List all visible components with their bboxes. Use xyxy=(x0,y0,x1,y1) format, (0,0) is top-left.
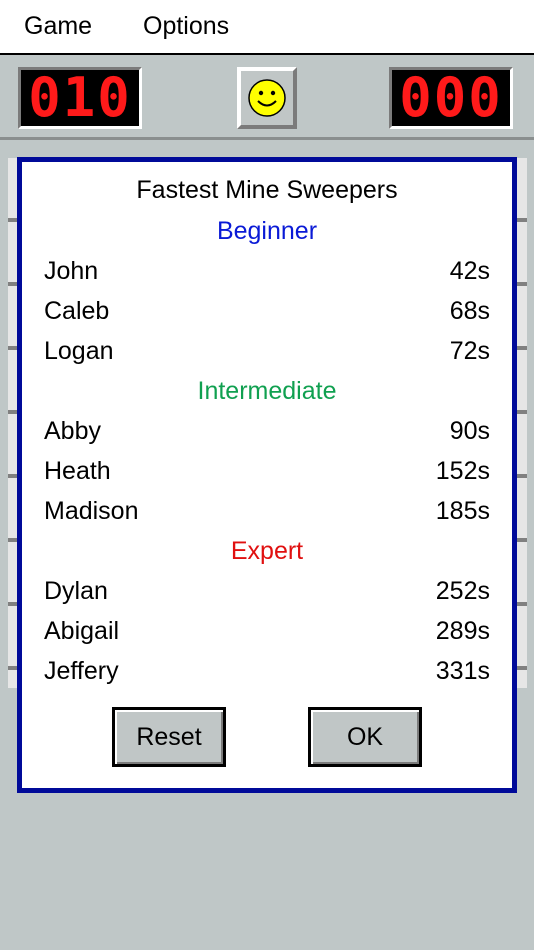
score-row: Abigail 289s xyxy=(44,617,490,649)
section-expert: Expert xyxy=(230,537,304,565)
player-time: 72s xyxy=(449,337,490,365)
menu-bar: Game Options xyxy=(0,0,534,55)
player-name: John xyxy=(44,257,99,285)
player-name: Dylan xyxy=(44,577,108,605)
player-time: 289s xyxy=(435,617,490,645)
player-name: Abigail xyxy=(44,617,120,645)
score-row: Heath 152s xyxy=(44,457,490,489)
ok-button[interactable]: OK xyxy=(308,707,422,767)
score-row: Caleb 68s xyxy=(44,297,490,329)
dialog-title: Fastest Mine Sweepers xyxy=(136,176,398,204)
high-scores-dialog: Fastest Mine Sweepers Beginner John 42s … xyxy=(17,157,517,793)
score-row: Abby 90s xyxy=(44,417,490,449)
score-row: Jeffery 331s xyxy=(44,657,490,689)
player-time: 68s xyxy=(449,297,490,325)
player-name: Caleb xyxy=(44,297,110,325)
player-time: 331s xyxy=(435,657,490,685)
new-game-button[interactable] xyxy=(237,67,297,129)
smiley-face-icon xyxy=(248,79,286,117)
reset-button[interactable]: Reset xyxy=(112,707,226,767)
player-name: Abby xyxy=(44,417,101,445)
timer-counter: 000 xyxy=(389,67,513,129)
section-intermediate: Intermediate xyxy=(197,377,337,405)
score-row: John 42s xyxy=(44,257,490,289)
player-time: 90s xyxy=(449,417,490,445)
player-time: 42s xyxy=(449,257,490,285)
player-name: Jeffery xyxy=(44,657,119,685)
menu-options[interactable]: Options xyxy=(143,12,229,41)
score-row: Madison 185s xyxy=(44,497,490,529)
menu-game[interactable]: Game xyxy=(24,12,92,41)
section-beginner: Beginner xyxy=(216,217,318,245)
player-name: Heath xyxy=(44,457,111,485)
player-time: 185s xyxy=(435,497,490,525)
status-bar: 010 000 xyxy=(0,55,534,140)
player-time: 152s xyxy=(435,457,490,485)
player-time: 252s xyxy=(435,577,490,605)
score-row: Logan 72s xyxy=(44,337,490,369)
mine-field-right-edge xyxy=(517,158,527,688)
player-name: Madison xyxy=(44,497,139,525)
mine-counter: 010 xyxy=(18,67,142,129)
score-row: Dylan 252s xyxy=(44,577,490,609)
player-name: Logan xyxy=(44,337,114,365)
